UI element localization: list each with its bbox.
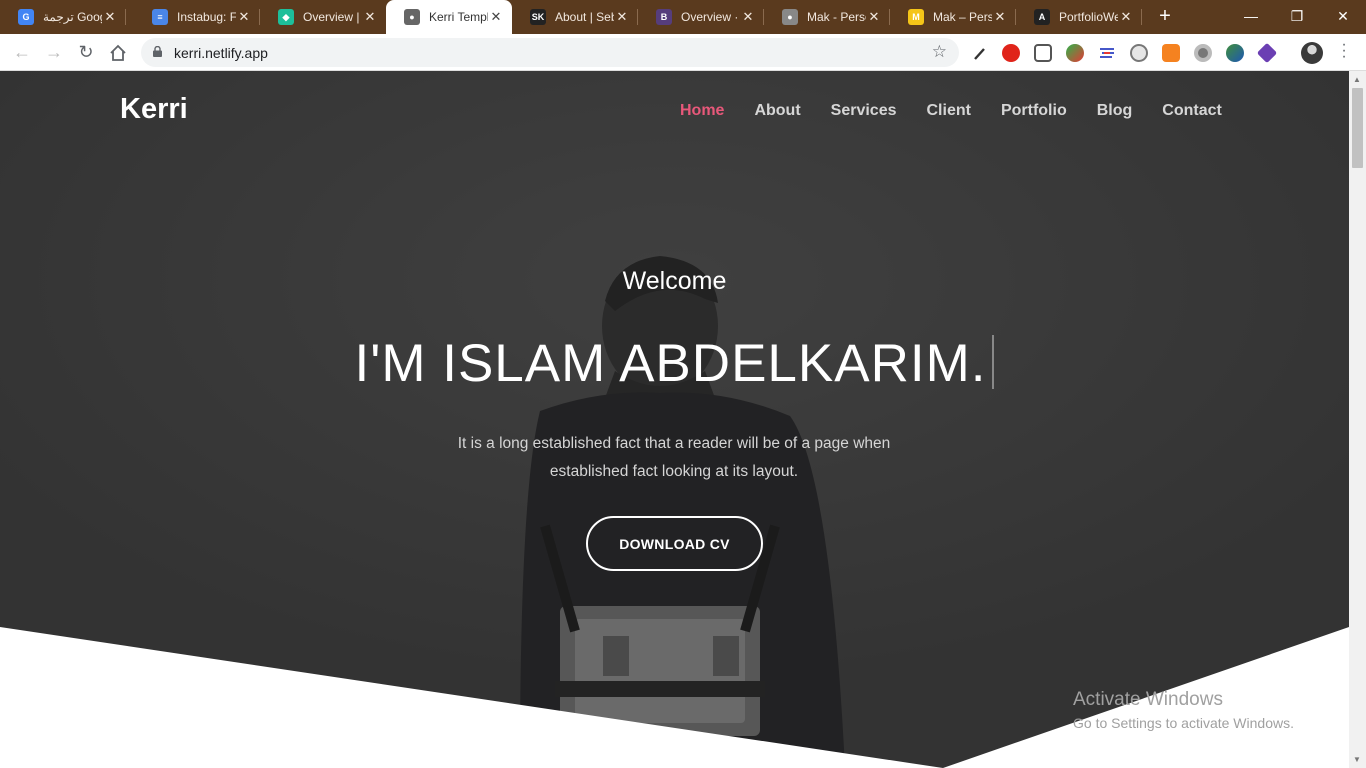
browser-tab[interactable]: ◆ Overview | I ✕ xyxy=(260,0,386,34)
browser-tab[interactable]: B Overview · I ✕ xyxy=(638,0,764,34)
tab-title: ترجمة Google xyxy=(43,10,102,24)
windows-activation-watermark: Activate Windows Go to Settings to activ… xyxy=(1073,689,1294,731)
tab-close-icon[interactable]: ✕ xyxy=(488,9,504,25)
tab-favicon-icon: A xyxy=(1034,9,1050,25)
tab-favicon-icon: G xyxy=(18,9,34,25)
tab-close-icon[interactable]: ✕ xyxy=(614,9,630,25)
tab-title: Overview | I xyxy=(303,10,362,24)
tab-close-icon[interactable]: ✕ xyxy=(992,9,1008,25)
colorful-extension-icon[interactable] xyxy=(1066,44,1084,62)
back-arrow-icon[interactable]: ← xyxy=(10,41,34,65)
hero-bottom-divider xyxy=(0,627,1349,768)
tab-close-icon[interactable]: ✕ xyxy=(102,9,118,25)
tab-title: PortfolioWe xyxy=(1059,10,1118,24)
tab-close-icon[interactable]: ✕ xyxy=(1118,9,1134,25)
browser-tab[interactable]: SK About | Seb ✕ xyxy=(512,0,638,34)
activate-windows-subtitle: Go to Settings to activate Windows. xyxy=(1073,715,1294,731)
record-extension-icon[interactable] xyxy=(1194,44,1212,62)
activate-windows-title: Activate Windows xyxy=(1073,689,1223,710)
tab-favicon-icon: ● xyxy=(782,9,798,25)
browser-tab[interactable]: ● Mak - Perso ✕ xyxy=(764,0,890,34)
tab-separator xyxy=(1141,9,1142,25)
address-bar[interactable]: kerri.netlify.app ☆ xyxy=(141,38,959,67)
browser-tab[interactable]: ≡ Instabug: Fr ✕ xyxy=(134,0,260,34)
browser-tab[interactable]: ● Kerri Templ ✕ xyxy=(386,0,512,34)
tab-title: Overview · I xyxy=(681,10,740,24)
tab-favicon-icon: ≡ xyxy=(152,9,168,25)
tab-title: Mak - Perso xyxy=(807,10,866,24)
page-scrollbar[interactable]: ▲ ▼ xyxy=(1349,71,1366,768)
home-icon[interactable] xyxy=(106,41,130,65)
globe-extension-icon[interactable] xyxy=(1226,44,1244,62)
opera-extension-icon[interactable] xyxy=(1002,44,1020,62)
browser-tab-strip: Gترجمة Google✕≡Instabug: Fr✕◆Overview | … xyxy=(0,0,1366,34)
tab-close-icon[interactable]: ✕ xyxy=(362,9,378,25)
minimize-button[interactable]: — xyxy=(1228,4,1274,30)
window-close-button[interactable]: ✕ xyxy=(1320,4,1366,30)
tab-title: About | Seb xyxy=(555,10,614,24)
scrollbar-thumb[interactable] xyxy=(1352,88,1363,168)
flame-extension-icon[interactable] xyxy=(1162,44,1180,62)
bookmark-star-icon[interactable]: ☆ xyxy=(932,42,947,62)
tab-favicon-icon: M xyxy=(908,9,924,25)
forward-arrow-icon[interactable]: → xyxy=(42,41,66,65)
reload-icon[interactable]: ↻ xyxy=(74,41,98,65)
tab-close-icon[interactable]: ✕ xyxy=(236,9,252,25)
browser-toolbar: ← → ↻ kerri.netlify.app ☆ · · · xyxy=(0,34,1366,71)
browser-tab[interactable]: G ترجمة Google✕ xyxy=(0,0,126,34)
eyedropper-extension-icon[interactable] xyxy=(971,44,989,62)
tab-close-icon[interactable]: ✕ xyxy=(866,9,882,25)
pocket-extension-icon[interactable] xyxy=(1034,44,1052,62)
browser-tab[interactable]: A PortfolioWe ✕ xyxy=(1016,0,1142,34)
scroll-up-arrow-icon[interactable]: ▲ xyxy=(1353,75,1361,84)
tab-title: Mak – Perso xyxy=(933,10,992,24)
cube-extension-icon[interactable] xyxy=(1256,42,1278,64)
tab-favicon-icon: B xyxy=(656,9,672,25)
tab-separator xyxy=(125,9,126,25)
browser-tab[interactable]: M Mak – Perso✕ xyxy=(890,0,1016,34)
tab-close-icon[interactable]: ✕ xyxy=(740,9,756,25)
new-tab-button[interactable]: + xyxy=(1153,5,1177,29)
profile-avatar[interactable] xyxy=(1301,42,1323,64)
tab-favicon-icon: ◆ xyxy=(278,9,294,25)
browser-menu-icon[interactable]: · · · xyxy=(1337,37,1351,65)
hero-section: Kerri Home About Services Client Portfol… xyxy=(0,71,1349,768)
moon-extension-icon[interactable] xyxy=(1130,44,1148,62)
tab-favicon-icon: SK xyxy=(530,9,546,25)
tab-title: Kerri Templ xyxy=(429,10,488,24)
url-text[interactable]: kerri.netlify.app xyxy=(174,45,268,61)
lines-extension-icon[interactable] xyxy=(1098,44,1116,62)
webpage: Kerri Home About Services Client Portfol… xyxy=(0,71,1349,768)
lock-icon xyxy=(153,46,162,57)
tab-favicon-icon: ● xyxy=(404,9,420,25)
tab-title: Instabug: Fr xyxy=(177,10,236,24)
restore-button[interactable]: ❐ xyxy=(1274,4,1320,30)
scroll-down-arrow-icon[interactable]: ▼ xyxy=(1353,755,1361,764)
